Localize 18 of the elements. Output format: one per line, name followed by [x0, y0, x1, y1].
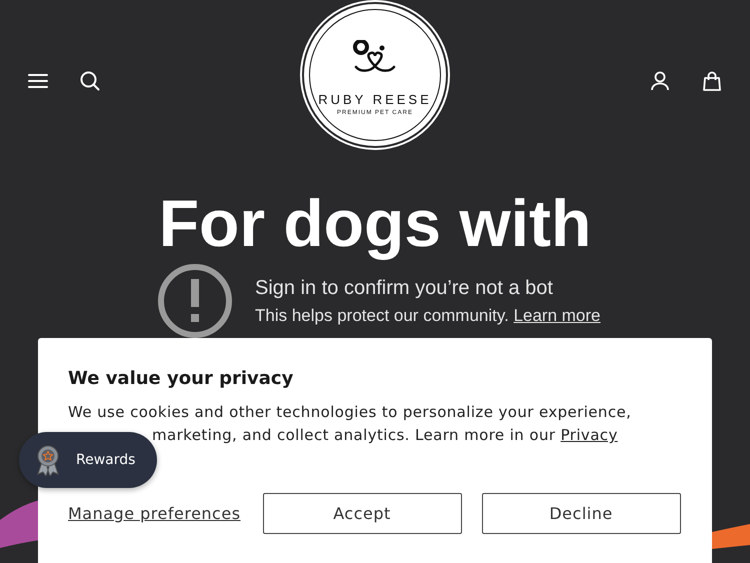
menu-icon[interactable] [28, 73, 48, 89]
search-icon[interactable] [80, 71, 100, 91]
notice-title: Sign in to confirm you’re not a bot [255, 276, 554, 300]
wave-decoration [0, 500, 40, 548]
accept-button[interactable]: Accept [262, 493, 462, 534]
privacy-policy-link[interactable]: Privacy [560, 426, 618, 444]
notice-text: This helps protect our community. Learn more [255, 306, 600, 326]
decline-button[interactable]: Decline [482, 493, 681, 534]
logo-name: RUBY REESE [318, 92, 432, 107]
wave-decoration [712, 524, 750, 549]
learn-more-link[interactable]: Learn more [514, 306, 600, 324]
privacy-title: We value your privacy [68, 368, 294, 389]
bag-icon[interactable] [702, 70, 722, 92]
hero-title-line: For dogs with [158, 192, 592, 261]
manage-preferences-link[interactable]: Manage preferences [68, 504, 241, 523]
ribbon-badge-icon [34, 444, 62, 476]
warning-icon [157, 263, 233, 339]
account-icon[interactable] [650, 71, 670, 91]
